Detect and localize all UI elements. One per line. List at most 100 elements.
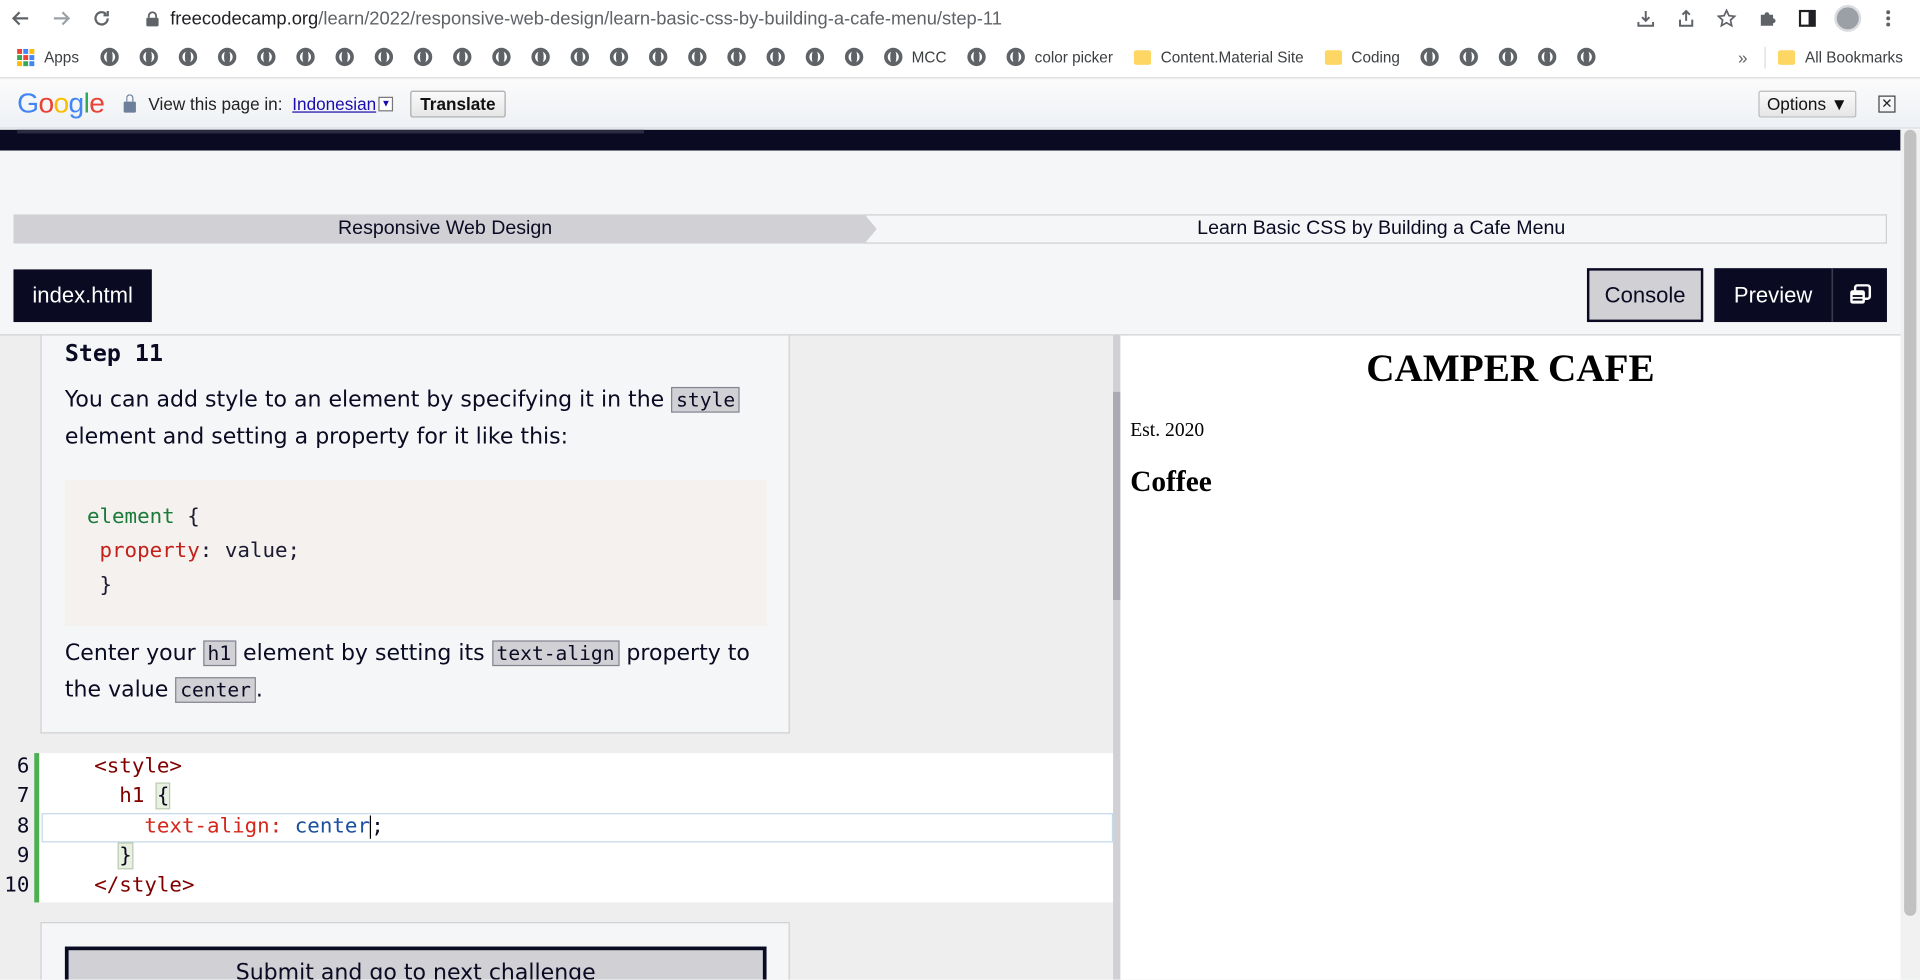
language-link[interactable]: Indonesian: [292, 94, 376, 114]
code-line[interactable]: <style>: [44, 754, 182, 778]
url-text: freecodecamp.org/learn/2022/responsive-w…: [170, 7, 1002, 29]
google-translate-bar: Google View this page in: Indonesian ▼ T…: [0, 79, 1920, 129]
bookmark-globe[interactable]: [687, 41, 706, 73]
address-bar[interactable]: freecodecamp.org/learn/2022/responsive-w…: [129, 0, 1625, 37]
globe-icon: [99, 47, 119, 67]
preview-subheading: Coffee: [1130, 466, 1212, 499]
globe-icon: [138, 47, 158, 67]
forward-arrow-icon[interactable]: [40, 0, 80, 37]
chrome-menu-icon[interactable]: [1867, 0, 1907, 37]
bookmark-globe[interactable]: [967, 41, 986, 73]
all-bookmarks[interactable]: All Bookmarks: [1778, 41, 1903, 73]
code-line[interactable]: h1 {: [44, 782, 171, 810]
bookmark-globe[interactable]: [609, 41, 628, 73]
bookmark-color-picker[interactable]: color picker: [1006, 41, 1113, 73]
bookmark-globe[interactable]: [178, 41, 197, 73]
bookmark-globe[interactable]: [334, 41, 354, 73]
globe-icon: [178, 47, 197, 67]
globe-icon: [648, 47, 667, 67]
preview-heading: CAMPER CAFE: [1366, 345, 1655, 390]
bookmark-folder-content-material[interactable]: Content.Material Site: [1133, 41, 1304, 73]
bookmark-globe[interactable]: [491, 41, 511, 73]
inline-code: style: [671, 386, 741, 413]
globe-icon: [609, 47, 628, 67]
bookmark-globe[interactable]: [648, 41, 667, 73]
preview-button[interactable]: Preview: [1714, 268, 1832, 323]
globe-icon: [765, 47, 785, 67]
bookmark-globe[interactable]: [99, 41, 119, 73]
tab-index-html[interactable]: index.html: [13, 269, 152, 323]
bookmark-globe[interactable]: [570, 41, 589, 73]
globe-icon: [1538, 47, 1557, 67]
bookmark-folder-coding[interactable]: Coding: [1324, 41, 1400, 73]
back-arrow-icon[interactable]: [0, 0, 40, 37]
pane-resizer[interactable]: [1113, 335, 1121, 980]
breadcrumb-project[interactable]: Learn Basic CSS by Building a Cafe Menu: [864, 214, 1887, 244]
bookmark-globe[interactable]: [413, 41, 432, 73]
bookmark-globe[interactable]: [217, 41, 236, 73]
globe-icon: [295, 47, 315, 67]
bookmark-globe[interactable]: [295, 41, 315, 73]
bookmark-globe[interactable]: [1459, 41, 1479, 73]
install-app-icon[interactable]: [1625, 0, 1665, 37]
console-button[interactable]: Console: [1586, 268, 1704, 323]
code-line[interactable]: }: [44, 842, 134, 870]
share-icon[interactable]: [1665, 0, 1705, 37]
globe-icon: [256, 47, 275, 67]
fcc-navbar: [0, 129, 1901, 151]
globe-icon: [1499, 47, 1518, 67]
bookmark-globe[interactable]: [138, 41, 158, 73]
preview-frame: CAMPER CAFE Est. 2020 Coffee: [1120, 335, 1901, 980]
challenge-page: Responsive Web Design Learn Basic CSS by…: [0, 150, 1901, 980]
resizer-grip[interactable]: [1113, 391, 1121, 601]
globe-icon: [726, 47, 746, 67]
submit-button[interactable]: Submit and go to next challenge: [64, 946, 767, 980]
code-editor[interactable]: 6 7 8 9 10 <style> h1 { text-align: cent…: [0, 753, 1114, 903]
line-number: 10: [4, 873, 30, 898]
instructions-panel: Step 11 You can add style to an element …: [40, 335, 790, 734]
bookmark-globe[interactable]: [1499, 41, 1518, 73]
popout-preview-icon[interactable]: [1831, 268, 1887, 323]
editor-pane: Step 11 You can add style to an element …: [0, 335, 1114, 980]
folder-icon: [1778, 49, 1796, 65]
extensions-puzzle-icon[interactable]: [1746, 0, 1786, 37]
instruction-paragraph: Center your h1 element by setting its te…: [64, 640, 750, 703]
page-scrollbar[interactable]: [1900, 129, 1920, 980]
line-number: 7: [16, 783, 30, 809]
globe-icon: [491, 47, 511, 67]
line-number: 8: [16, 814, 30, 839]
globe-icon: [217, 47, 236, 67]
code-line[interactable]: </style>: [44, 873, 194, 897]
translate-options-button[interactable]: Options ▼: [1758, 90, 1857, 117]
code-line[interactable]: text-align: center;: [44, 814, 383, 838]
bookmarks-overflow-chevron-icon[interactable]: »: [1738, 47, 1748, 67]
language-dropdown-icon[interactable]: ▼: [378, 96, 394, 111]
inline-code: h1: [202, 640, 237, 667]
bookmark-apps[interactable]: Apps: [17, 41, 79, 73]
bookmark-globe[interactable]: [1577, 41, 1596, 73]
google-logo: Google: [17, 86, 105, 119]
bookmark-globe[interactable]: [1538, 41, 1557, 73]
bookmark-globe[interactable]: [844, 41, 863, 73]
bookmark-globe[interactable]: [452, 41, 471, 73]
bookmark-globe[interactable]: [805, 41, 824, 73]
bookmark-globe[interactable]: [765, 41, 785, 73]
bookmark-mcc[interactable]: MCC: [883, 41, 947, 73]
translate-button[interactable]: Translate: [410, 90, 506, 117]
close-translate-icon[interactable]: ✕: [1878, 94, 1896, 113]
bookmark-star-icon[interactable]: [1706, 0, 1746, 37]
breadcrumb-course[interactable]: Responsive Web Design: [13, 214, 877, 244]
bookmark-globe[interactable]: [256, 41, 275, 73]
bookmark-globe[interactable]: [530, 41, 550, 73]
bookmarks-bar: Apps MCC color picker Content.Material S…: [0, 36, 1920, 79]
scrollbar-thumb[interactable]: [1904, 129, 1917, 916]
globe-icon: [374, 47, 393, 67]
globe-icon: [967, 47, 986, 67]
bookmark-globe[interactable]: [374, 41, 393, 73]
bookmark-globe[interactable]: [726, 41, 746, 73]
profile-avatar[interactable]: [1827, 0, 1867, 37]
reload-icon[interactable]: [81, 0, 121, 37]
bookmark-globe[interactable]: [1420, 41, 1440, 73]
translate-prompt: View this page in:: [148, 93, 283, 114]
side-panel-icon[interactable]: [1787, 0, 1827, 37]
